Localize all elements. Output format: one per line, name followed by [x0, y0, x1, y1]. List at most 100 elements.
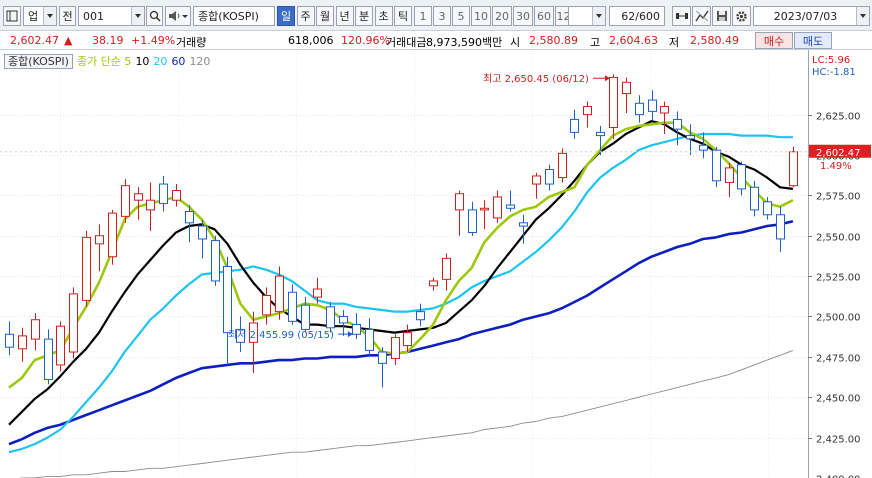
index-name-field[interactable]: 종합(KOSPI)	[193, 6, 275, 26]
candle-body-57[interactable]	[737, 164, 746, 190]
amount-label: 거래대금	[386, 36, 427, 49]
minute-unit-2[interactable]: 5	[452, 6, 470, 26]
legend-index-box[interactable]: 종합(KOSPI)	[4, 53, 73, 69]
candle-body-60[interactable]	[776, 214, 785, 240]
candle-body-23[interactable]	[301, 304, 310, 330]
candle-body-58[interactable]	[750, 186, 759, 211]
candle-body-41[interactable]	[532, 175, 541, 185]
candle-body-38[interactable]	[493, 196, 502, 219]
period-tab-5[interactable]: 초	[374, 6, 393, 26]
minute-unit-4[interactable]: 20	[492, 6, 512, 26]
candle-body-30[interactable]	[391, 336, 400, 359]
candle-body-15[interactable]	[198, 225, 207, 240]
chart-menu-button[interactable]	[3, 6, 21, 26]
period-tab-6[interactable]: 틱	[394, 6, 412, 26]
candle-body-7[interactable]	[95, 235, 104, 245]
candlestick-chart-svg[interactable]: 2,400.00 2,425.00 2,450.00 2,475.00 2,500.00…	[0, 50, 872, 478]
candle-body-36[interactable]	[468, 209, 477, 234]
candle-body-0[interactable]	[5, 333, 14, 348]
candle-body-45[interactable]	[583, 106, 592, 116]
minute-unit-0[interactable]: 1	[414, 6, 432, 26]
candle-body-4[interactable]	[56, 325, 65, 366]
menu-grid-icon	[6, 10, 18, 22]
minute-unit-6[interactable]: 60	[534, 6, 554, 26]
candle-body-32[interactable]	[416, 311, 425, 321]
candle-body-53[interactable]	[686, 135, 695, 140]
sell-button[interactable]: 매도	[794, 32, 832, 49]
candle-body-44[interactable]	[570, 118, 579, 133]
period-tab-2[interactable]: 월	[316, 6, 334, 26]
sound-button[interactable]	[165, 6, 191, 26]
candle-body-8[interactable]	[108, 212, 117, 258]
period-tab-1[interactable]: 주	[296, 6, 315, 26]
candle-body-2[interactable]	[31, 319, 40, 340]
candle-body-1[interactable]	[18, 335, 27, 350]
save-button[interactable]	[712, 6, 731, 26]
candle-body-34[interactable]	[442, 257, 451, 280]
minute-unit-1[interactable]: 3	[433, 6, 451, 26]
candle-body-35[interactable]	[455, 193, 464, 211]
candle-body-56[interactable]	[725, 167, 734, 183]
candle-body-59[interactable]	[763, 201, 772, 216]
price-change: 38.19	[92, 34, 124, 47]
settings-button[interactable]	[732, 6, 751, 26]
lc-label: LC:5.96	[812, 55, 850, 66]
candle-body-25[interactable]	[326, 306, 335, 329]
candle-body-26[interactable]	[339, 315, 348, 324]
search-button[interactable]	[146, 6, 163, 26]
buy-button[interactable]: 매수	[755, 32, 793, 49]
candle-body-6[interactable]	[82, 236, 91, 301]
candle-body-17[interactable]	[223, 265, 232, 334]
candle-body-48[interactable]	[622, 81, 631, 95]
trendline-button[interactable]	[692, 6, 711, 26]
candle-body-3[interactable]	[44, 338, 53, 380]
candle-body-42[interactable]	[545, 169, 554, 185]
candle-body-13[interactable]	[172, 190, 181, 201]
period-tab-0[interactable]: 일	[277, 6, 295, 26]
period-tab-4[interactable]: 분	[355, 6, 373, 26]
crosshair-button[interactable]	[672, 6, 691, 26]
candle-body-46[interactable]	[596, 131, 605, 137]
prev-button[interactable]: 전	[59, 6, 76, 26]
candle-body-52[interactable]	[673, 118, 682, 130]
candle-body-22[interactable]	[288, 291, 297, 322]
candle-body-39[interactable]	[506, 204, 515, 209]
hc-label: HC:-1.81	[812, 67, 856, 78]
minute-unit-5[interactable]: 30	[513, 6, 533, 26]
candle-body-28[interactable]	[365, 328, 374, 351]
low-label: 저	[669, 36, 680, 49]
quote-bar: 2,602.47 ▲ 38.19 +1.49% 거래량 618,006 120.…	[0, 31, 872, 50]
candle-body-37[interactable]	[480, 207, 489, 211]
candle-body-29[interactable]	[378, 351, 387, 364]
candle-body-21[interactable]	[275, 275, 284, 313]
candle-body-51[interactable]	[660, 106, 669, 114]
candle-body-55[interactable]	[712, 149, 721, 182]
candle-body-31[interactable]	[403, 332, 412, 347]
unit-dropdown[interactable]	[568, 6, 606, 26]
candle-body-20[interactable]	[262, 294, 271, 316]
candle-body-61[interactable]	[789, 151, 798, 187]
market-type-select[interactable]: 업	[23, 6, 57, 26]
candle-body-27[interactable]	[352, 324, 361, 335]
candle-body-50[interactable]	[648, 99, 657, 112]
candle-body-10[interactable]	[134, 193, 143, 201]
count-field[interactable]: 62/600	[609, 6, 665, 26]
price-chart[interactable]: 2,400.00 2,425.00 2,450.00 2,475.00 2,500.00…	[0, 50, 872, 478]
date-field[interactable]: 2023/07/03	[753, 6, 870, 26]
candle-body-12[interactable]	[159, 183, 168, 204]
minute-unit-3[interactable]: 10	[471, 6, 491, 26]
candle-body-47[interactable]	[609, 76, 618, 129]
candle-body-16[interactable]	[211, 240, 220, 282]
candle-body-11[interactable]	[146, 199, 155, 211]
candle-body-24[interactable]	[313, 288, 322, 298]
candle-body-5[interactable]	[69, 293, 78, 353]
candle-body-9[interactable]	[121, 185, 130, 217]
code-input[interactable]: 001	[78, 6, 145, 26]
candle-body-40[interactable]	[519, 222, 528, 227]
candle-body-43[interactable]	[558, 152, 567, 179]
candle-body-54[interactable]	[699, 144, 708, 151]
candle-body-14[interactable]	[185, 211, 194, 224]
candle-body-49[interactable]	[635, 102, 644, 116]
candle-body-33[interactable]	[429, 280, 438, 287]
period-tab-3[interactable]: 년	[335, 6, 354, 26]
